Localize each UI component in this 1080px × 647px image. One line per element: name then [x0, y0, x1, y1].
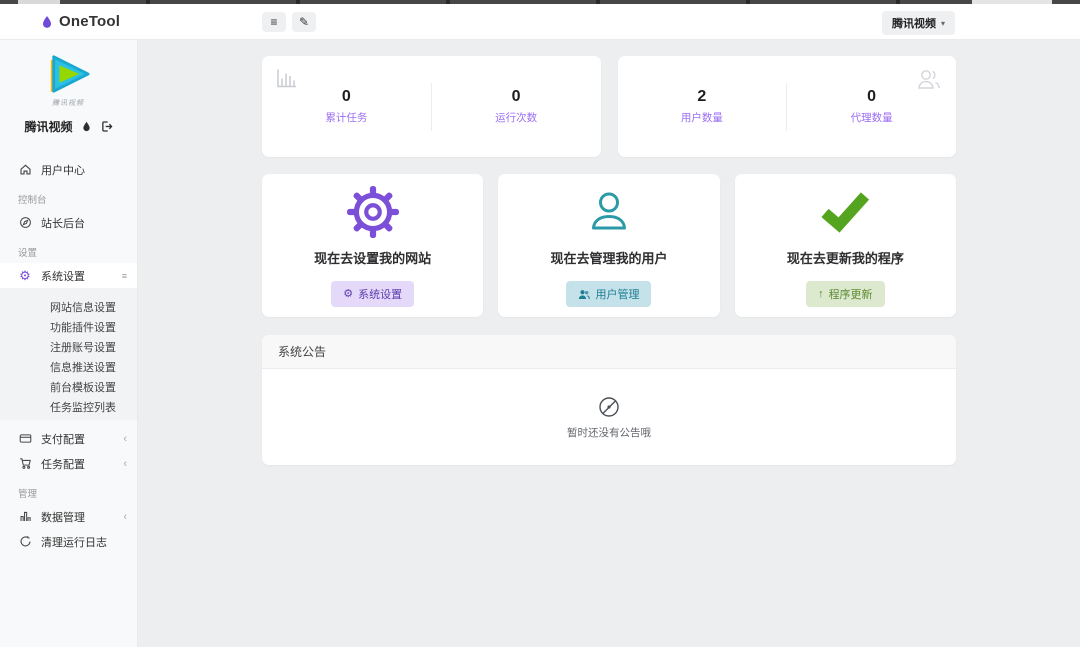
- refresh-icon: [18, 535, 32, 548]
- button-label: 用户管理: [595, 289, 640, 301]
- up-arrow-icon: ↑: [818, 287, 824, 300]
- user-manage-button[interactable]: 用户管理: [566, 281, 652, 307]
- submenu-item-site-info[interactable]: 网站信息设置: [0, 294, 137, 314]
- submenu-item-task-monitor[interactable]: 任务监控列表: [0, 394, 137, 414]
- sidebar-item-clear-log[interactable]: 清理运行日志: [0, 529, 137, 554]
- stat-label: 用户数量: [680, 112, 723, 124]
- sidebar-item-payment-config[interactable]: 支付配置 ‹: [0, 426, 137, 451]
- sidebar-item-task-config[interactable]: 任务配置 ‹: [0, 451, 137, 476]
- action-title: 现在去更新我的程序: [786, 251, 904, 266]
- home-icon: [18, 163, 32, 176]
- stat-card-users: 2 用户数量 0 代理数量: [617, 56, 956, 157]
- stat-user-count: 2 用户数量: [618, 88, 787, 125]
- sidebar-section-manage: 管理: [18, 489, 38, 500]
- menu-toggle-button[interactable]: ≡: [262, 12, 286, 32]
- submenu-item-plugins[interactable]: 功能插件设置: [0, 314, 137, 334]
- site-logo: 腾讯视频: [0, 40, 137, 108]
- stats-row: 0 累计任务 0 运行次数 2 用户数量 0 代理数量: [262, 56, 956, 157]
- user-icon: [585, 184, 633, 240]
- sidebar-section-settings: 设置: [18, 248, 38, 259]
- chevron-left-icon: ‹: [123, 457, 127, 470]
- brush-icon: ✎: [298, 15, 310, 29]
- sidebar-item-label: 用户中心: [41, 164, 85, 177]
- droplet-icon: [42, 15, 52, 28]
- action-title: 现在去管理我的用户: [550, 251, 668, 266]
- chevron-down-icon: ▾: [940, 18, 945, 28]
- sidebar-item-label: 站长后台: [41, 217, 85, 230]
- action-card-users[interactable]: 现在去管理我的用户 用户管理: [498, 174, 720, 317]
- app-logo: OneTool: [40, 13, 120, 30]
- credit-card-icon: [18, 432, 32, 445]
- users-icon: [578, 289, 591, 300]
- gear-icon: [346, 184, 400, 240]
- stat-agent-count: 0 代理数量: [787, 88, 956, 125]
- sidebar-section-console: 控制台: [18, 195, 47, 206]
- chevron-left-icon: ‹: [123, 432, 127, 445]
- app-name: OneTool: [59, 13, 121, 30]
- site-selector-dropdown[interactable]: 腾讯视频 ▾: [881, 11, 955, 35]
- sidebar-item-label: 清理运行日志: [41, 536, 107, 549]
- check-icon: [818, 184, 872, 240]
- stat-value: 0: [341, 88, 351, 105]
- stat-run-count: 0 运行次数: [432, 88, 601, 125]
- bar-chart-icon: [18, 510, 32, 523]
- announcement-empty-text: 暂时还没有公告哦: [567, 426, 651, 439]
- action-title: 现在去设置我的网站: [314, 251, 432, 266]
- announcement-empty-state: 暂时还没有公告哦: [262, 369, 956, 465]
- logo-caption: 腾讯视频: [51, 100, 86, 107]
- sidebar-item-label: 任务配置: [41, 458, 85, 471]
- button-label: 系统设置: [358, 289, 403, 301]
- stat-label: 累计任务: [325, 112, 368, 124]
- sidebar-menu: 用户中心 控制台 站长后台 设置 ⚙ 系统设置 ≡ 网站信息设置 功能插件设置 …: [0, 157, 137, 554]
- action-cards-row: 现在去设置我的网站 ⚙ 系统设置 现在去管理我的用户 用户管理 现在去更新我的程…: [262, 174, 956, 317]
- no-data-icon: [599, 396, 619, 417]
- main-content: 0 累计任务 0 运行次数 2 用户数量 0 代理数量 现在去设置我的网站 ⚙ …: [138, 40, 1080, 647]
- menu-expanded-indicator-icon: ≡: [121, 270, 127, 281]
- stat-label: 代理数量: [850, 112, 893, 124]
- program-update-button[interactable]: ↑ 程序更新: [806, 281, 885, 307]
- sidebar-item-system-settings[interactable]: ⚙ 系统设置 ≡: [0, 263, 137, 288]
- logout-icon[interactable]: [100, 120, 113, 133]
- droplet-icon[interactable]: [81, 120, 92, 133]
- hamburger-icon: ≡: [270, 15, 278, 29]
- action-card-update[interactable]: 现在去更新我的程序 ↑ 程序更新: [734, 174, 956, 317]
- submenu-item-template[interactable]: 前台模板设置: [0, 374, 137, 394]
- submenu-item-push[interactable]: 信息推送设置: [0, 354, 137, 374]
- announcement-panel: 系统公告 暂时还没有公告哦: [262, 335, 956, 465]
- stat-card-tasks: 0 累计任务 0 运行次数: [262, 56, 601, 157]
- stat-label: 运行次数: [495, 112, 538, 124]
- topbar-tools: ≡ ✎: [262, 12, 316, 32]
- brand-name: 腾讯视频: [24, 120, 73, 134]
- site-selector-label: 腾讯视频: [891, 18, 936, 30]
- theme-brush-button[interactable]: ✎: [292, 12, 316, 32]
- stat-value: 0: [511, 88, 521, 105]
- sidebar: 腾讯视频 腾讯视频 用户中心 控制台 站长后台 设置 ⚙ 系统设置 ≡ 网站信息…: [0, 40, 138, 647]
- stat-total-tasks: 0 累计任务: [262, 88, 431, 125]
- system-settings-submenu: 网站信息设置 功能插件设置 注册账号设置 信息推送设置 前台模板设置 任务监控列…: [0, 288, 137, 420]
- stat-value: 2: [697, 88, 707, 105]
- sidebar-item-label: 系统设置: [41, 270, 85, 283]
- cart-icon: [18, 457, 32, 470]
- topbar: OneTool ≡ ✎ 腾讯视频 ▾: [0, 4, 1080, 40]
- stat-value: 0: [867, 88, 877, 105]
- announcement-title: 系统公告: [262, 335, 956, 369]
- compass-icon: [18, 216, 32, 229]
- sidebar-item-webmaster[interactable]: 站长后台: [0, 210, 137, 235]
- sidebar-item-label: 数据管理: [41, 511, 85, 524]
- sidebar-brand-row: 腾讯视频: [0, 118, 137, 135]
- action-card-settings[interactable]: 现在去设置我的网站 ⚙ 系统设置: [262, 174, 484, 317]
- sidebar-item-user-center[interactable]: 用户中心: [0, 157, 137, 182]
- system-settings-button[interactable]: ⚙ 系统设置: [331, 281, 415, 307]
- gear-icon: ⚙: [19, 268, 31, 283]
- chevron-left-icon: ‹: [123, 510, 127, 523]
- gear-icon: ⚙: [343, 287, 354, 300]
- sidebar-item-data-manage[interactable]: 数据管理 ‹: [0, 504, 137, 529]
- sidebar-item-label: 支付配置: [41, 433, 85, 446]
- button-label: 程序更新: [828, 289, 873, 301]
- tencent-video-logo-icon: [50, 55, 90, 93]
- submenu-item-register[interactable]: 注册账号设置: [0, 334, 137, 354]
